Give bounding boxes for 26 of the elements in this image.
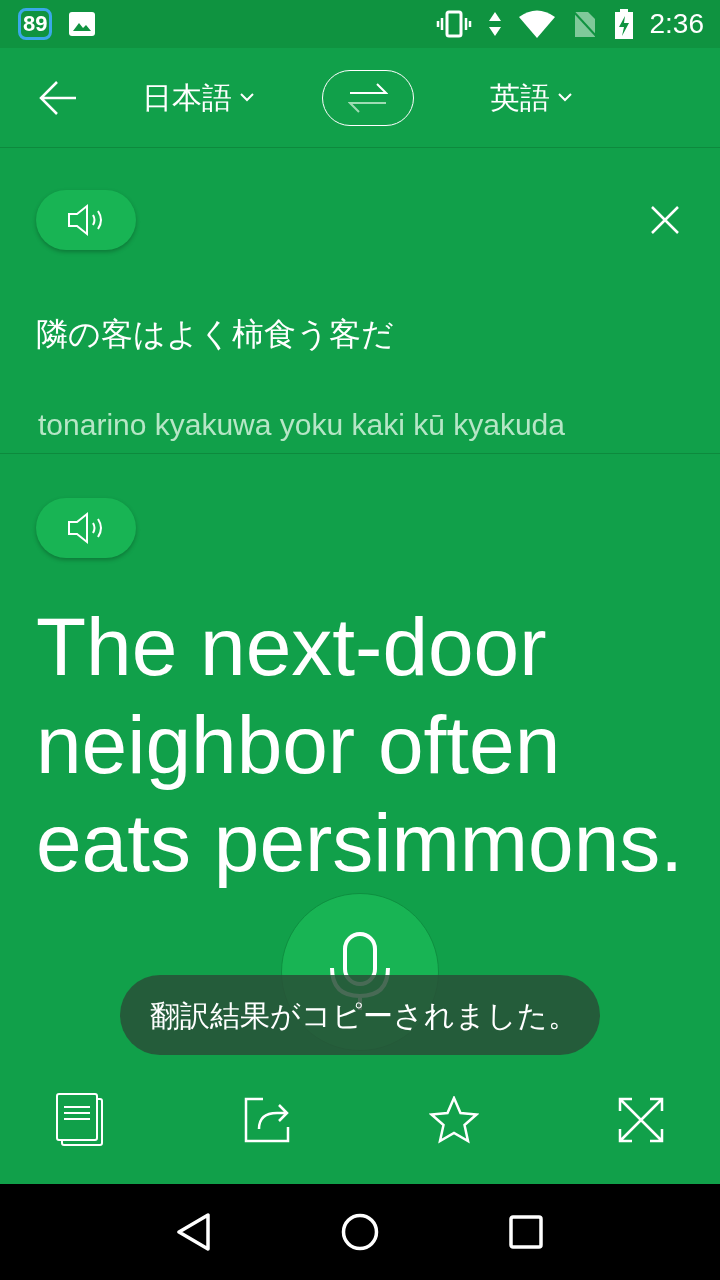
favorite-star-button[interactable] bbox=[429, 1096, 480, 1144]
image-icon bbox=[68, 11, 97, 37]
close-button[interactable] bbox=[650, 205, 680, 235]
share-button[interactable] bbox=[242, 1097, 291, 1143]
speaker-button[interactable] bbox=[36, 190, 136, 250]
chevron-down-icon bbox=[240, 93, 254, 102]
romanization-text: tonarino kyakuwa yoku kaki kū kyakuda bbox=[38, 407, 566, 443]
copy-button[interactable] bbox=[56, 1093, 104, 1147]
recents-nav-button[interactable] bbox=[509, 1215, 543, 1249]
chevron-down-icon bbox=[558, 93, 572, 102]
target-language-dropdown[interactable]: 英語 bbox=[490, 75, 572, 120]
translation-text: The next-door neighbor often eats persimmons. bbox=[36, 600, 684, 890]
notification-badge: 89 bbox=[18, 8, 53, 40]
vibrate-icon bbox=[435, 10, 472, 38]
data-arrows-icon bbox=[487, 11, 502, 37]
wifi-icon bbox=[517, 10, 556, 38]
fullscreen-button[interactable] bbox=[617, 1097, 664, 1143]
source-text: 隣の客はよく柿食う客だ bbox=[36, 315, 395, 354]
battery-charging-icon bbox=[613, 9, 634, 39]
copied-toast: 翻訳結果がコピーされました。 bbox=[120, 975, 600, 1055]
back-nav-button[interactable] bbox=[177, 1213, 211, 1251]
home-nav-button[interactable] bbox=[341, 1213, 379, 1251]
speaker-button[interactable] bbox=[36, 498, 136, 558]
clock: 2:36 bbox=[649, 7, 704, 41]
back-button[interactable] bbox=[38, 79, 78, 116]
source-language-dropdown[interactable]: 日本語 bbox=[142, 75, 254, 120]
